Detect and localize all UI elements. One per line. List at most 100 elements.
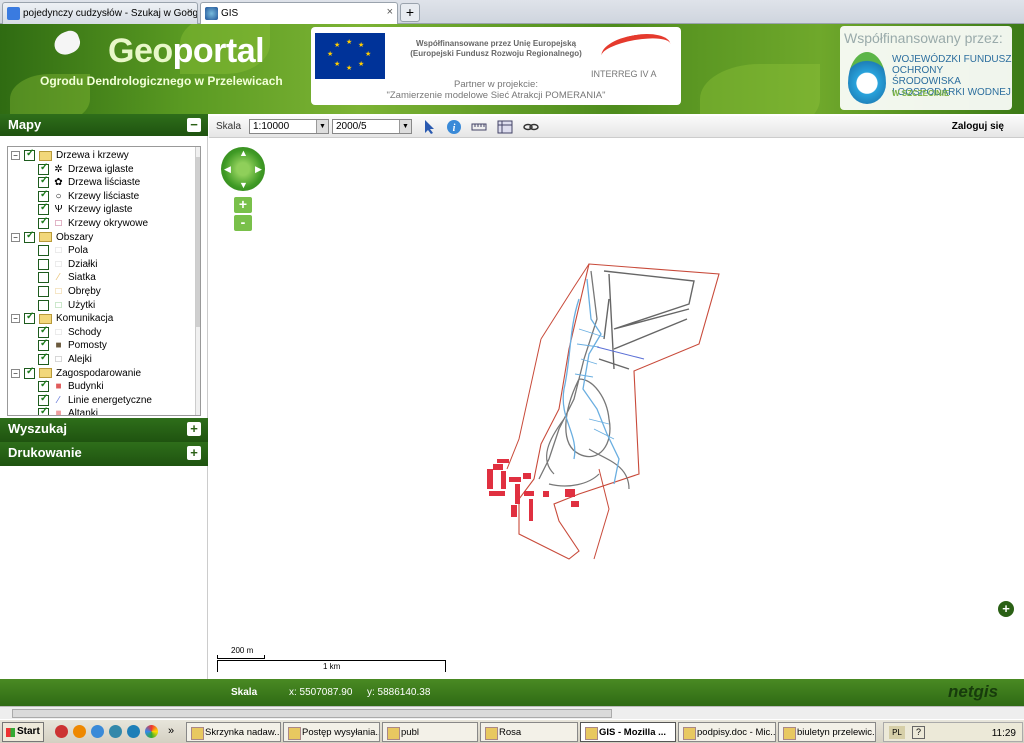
tree-toggle-icon[interactable]: − [11, 314, 20, 324]
layer-checkbox[interactable] [38, 379, 49, 393]
ie-icon[interactable] [91, 725, 104, 738]
layer-group[interactable]: − Obszary [11, 230, 93, 244]
layer-checkbox[interactable] [38, 325, 49, 338]
layer-checkbox[interactable] [38, 393, 49, 406]
ruler-icon[interactable] [471, 119, 487, 135]
pointer-arrow-icon[interactable] [422, 119, 438, 135]
chevron-down-icon: ▼ [399, 120, 411, 133]
quicklaunch-icon[interactable] [109, 725, 122, 738]
layer-item[interactable]: □ Użytki [38, 299, 95, 312]
tree-toggle-icon[interactable]: − [11, 232, 20, 242]
layer-checkbox[interactable] [38, 189, 49, 202]
overflow-chevron[interactable]: » [168, 725, 174, 737]
horizontal-scrollbar[interactable] [0, 706, 1024, 719]
area-measure-icon[interactable] [497, 119, 513, 135]
layer-checkbox[interactable] [38, 175, 49, 189]
panel-maps-header[interactable]: Mapy − [0, 114, 208, 136]
layer-item[interactable]: □ Alejki [38, 352, 92, 366]
layer-item[interactable]: ○ Krzewy liściaste [38, 189, 139, 203]
pan-left-icon[interactable]: ◀ [224, 164, 231, 175]
layer-checkbox[interactable] [38, 299, 49, 311]
expand-icon[interactable]: + [187, 446, 201, 460]
layer-item[interactable]: □ Schody [38, 325, 101, 339]
grid-select[interactable]: 2000/5 ▼ [332, 119, 412, 134]
close-icon[interactable]: × [387, 6, 393, 18]
firefox-icon[interactable] [73, 725, 86, 738]
layer-checkbox[interactable] [38, 245, 49, 257]
taskbar-item[interactable]: GIS - Mozilla ... [580, 722, 676, 742]
taskbar-item[interactable]: publ [382, 722, 478, 742]
layer-checkbox[interactable] [38, 162, 49, 175]
layer-label: Budynki [68, 381, 104, 393]
language-indicator[interactable]: PL [889, 726, 905, 739]
help-icon[interactable]: ? [912, 726, 925, 739]
pan-down-icon[interactable]: ▼ [239, 180, 248, 190]
layer-checkbox[interactable] [38, 258, 49, 270]
start-button[interactable]: Start [2, 722, 44, 742]
layer-checkbox[interactable] [38, 352, 49, 365]
site-title[interactable]: Geoportal [108, 32, 265, 71]
layer-group[interactable]: − Komunikacja [11, 311, 113, 325]
taskbar-item[interactable]: podpisy.doc - Mic... [678, 722, 776, 742]
layer-checkbox[interactable] [24, 230, 35, 243]
link-icon[interactable] [523, 119, 539, 135]
layer-checkbox[interactable] [38, 286, 49, 297]
taskbar-item[interactable]: Skrzynka nadaw... [186, 722, 281, 742]
layer-group[interactable]: − Zagospodarowanie [11, 366, 141, 380]
quicklaunch-icon[interactable] [55, 725, 68, 738]
map-canvas[interactable]: ▲ ▼ ◀ ▶ + - + 200 m 1 km [209, 139, 1024, 679]
layer-group[interactable]: − Drzewa i krzewy [11, 148, 129, 162]
layer-checkbox[interactable] [24, 366, 35, 379]
taskbar-item[interactable]: biuletyn przelewic... [778, 722, 876, 742]
login-link[interactable]: Zaloguj się [952, 121, 1004, 132]
pan-up-icon[interactable]: ▲ [239, 148, 248, 158]
layer-checkbox[interactable] [38, 338, 49, 352]
layer-symbol-icon: □ [55, 326, 62, 338]
netgis-logo[interactable]: netgis [948, 682, 998, 702]
chrome-icon[interactable] [145, 725, 158, 738]
panel-search-header[interactable]: Wyszukaj + [0, 418, 208, 442]
new-tab-button[interactable]: + [400, 3, 420, 22]
zoom-in-button[interactable]: + [234, 197, 252, 213]
layer-item[interactable]: Ѱ Krzewy iglaste [38, 202, 132, 216]
layer-item[interactable]: ■ Pomosty [38, 338, 107, 352]
tree-toggle-icon[interactable]: − [11, 151, 20, 160]
layer-checkbox[interactable] [38, 406, 49, 415]
zoom-out-button[interactable]: - [234, 215, 252, 231]
taskbar-item[interactable]: Postęp wysyłania... [283, 722, 380, 742]
info-icon[interactable]: i [446, 119, 462, 135]
layer-item[interactable]: ✿ Drzewa liściaste [38, 175, 140, 189]
tab-google-search[interactable]: pojedynczy cudzysłów - Szukaj w Google × [2, 2, 198, 24]
layer-item[interactable]: ✲ Drzewa iglaste [38, 162, 134, 176]
layer-item[interactable]: □ Obręby [38, 285, 101, 298]
layer-checkbox[interactable] [38, 202, 49, 216]
collapse-icon[interactable]: − [187, 118, 201, 132]
expand-overview-button[interactable]: + [998, 601, 1014, 617]
taskbar-item[interactable]: Rosa [480, 722, 578, 742]
layer-item[interactable]: ■ Altanki [38, 406, 98, 416]
tab-gis[interactable]: GIS × [200, 2, 398, 24]
layer-checkbox[interactable] [38, 216, 49, 229]
panel-print-header[interactable]: Drukowanie + [0, 442, 208, 466]
scale-select[interactable]: 1:10000 ▼ [249, 119, 329, 134]
close-icon[interactable]: × [187, 6, 193, 18]
layer-item[interactable]: □ Krzewy okrywowe [38, 216, 148, 230]
pan-right-icon[interactable]: ▶ [255, 164, 262, 175]
layer-item[interactable]: ■ Budynki [38, 379, 104, 393]
layer-checkbox[interactable] [38, 272, 49, 284]
layer-item[interactable]: ⁄ Siatka [38, 271, 96, 284]
expand-icon[interactable]: + [187, 422, 201, 436]
layer-tree[interactable]: − Drzewa i krzewy ✲ Drzewa iglaste ✿ Drzewa l… [7, 146, 201, 416]
tree-toggle-icon[interactable]: − [11, 368, 20, 378]
pan-control[interactable]: ▲ ▼ ◀ ▶ [221, 147, 265, 191]
park-map-drawing [487, 263, 720, 560]
scale-label: Skala [216, 121, 242, 132]
media-icon[interactable] [127, 725, 140, 738]
layer-item[interactable]: □ Działki [38, 258, 97, 271]
tree-scrollbar[interactable] [195, 147, 200, 415]
layer-item[interactable]: ⁄ Linie energetyczne [38, 393, 152, 407]
layer-item[interactable]: □ Pola [38, 244, 88, 257]
layer-checkbox[interactable] [24, 311, 35, 325]
layer-checkbox[interactable] [24, 148, 35, 161]
layer-symbol-icon: ■ [55, 408, 62, 416]
